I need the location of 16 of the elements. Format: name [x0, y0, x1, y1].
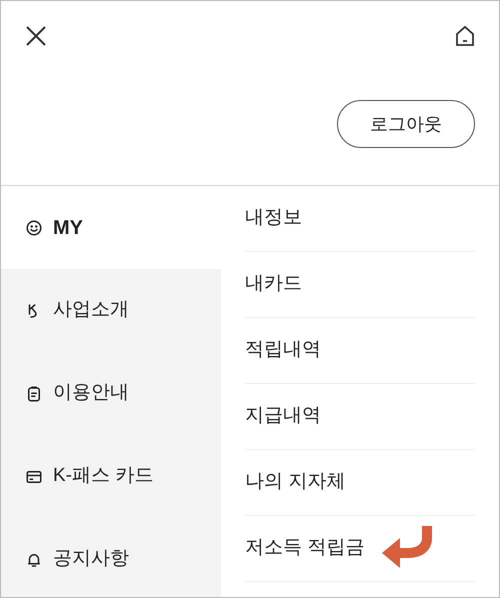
submenu-item[interactable]: 지급내역	[245, 402, 321, 431]
submenu-item[interactable]: 내카드	[245, 270, 302, 299]
category-item[interactable]: 사업소개	[1, 269, 221, 352]
category-item[interactable]: MY	[1, 186, 221, 269]
submenu-item[interactable]: 적립내역	[245, 336, 321, 365]
submenu-item[interactable]: 나의 지자체	[245, 468, 346, 497]
home-icon[interactable]	[455, 25, 475, 47]
logout-button[interactable]: 로그아웃	[337, 100, 475, 148]
category-item[interactable]: 이용안내	[1, 352, 221, 435]
close-icon[interactable]	[25, 25, 47, 47]
clipboard-icon	[25, 384, 43, 402]
category-item[interactable]: 공지사항	[1, 518, 221, 597]
submenu-item[interactable]: 저소득 적립금	[245, 534, 364, 563]
submenu-item[interactable]: 내정보	[245, 204, 302, 233]
category-item[interactable]: K-패스 카드	[1, 435, 221, 518]
smiley-icon	[25, 218, 43, 236]
